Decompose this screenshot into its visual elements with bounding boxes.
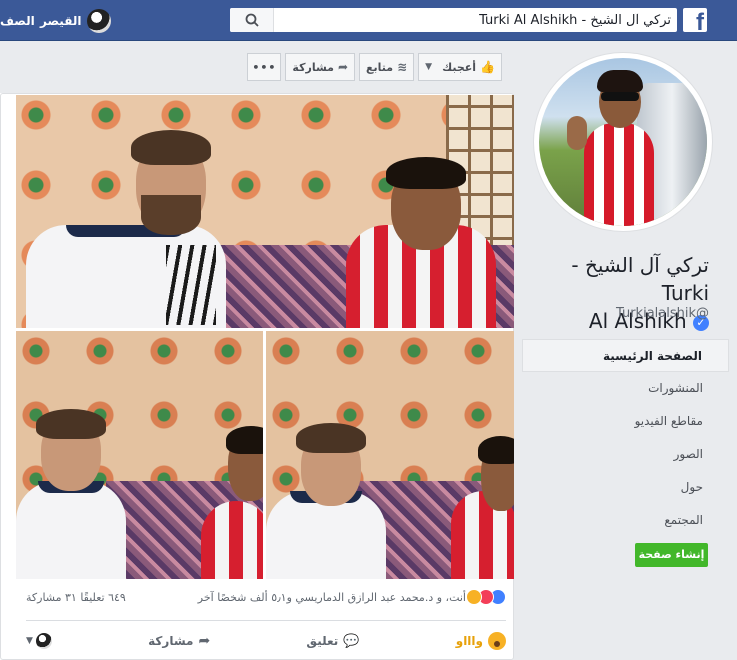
more-options-button[interactable]: ••• (247, 53, 282, 81)
page-username[interactable]: Turkialalshik@ (616, 306, 709, 321)
wow-reaction-button[interactable]: واااو (456, 632, 506, 650)
page-action-bar: 👍 أعجبك ▼ ≋ متابع ➦ مشاركة ••• (242, 53, 502, 81)
post-photo-main[interactable] (16, 95, 514, 328)
top-navigation-bar: f القيصر الصف (0, 0, 737, 41)
comment-icon: 💬 (343, 633, 360, 649)
search-icon (245, 13, 259, 27)
create-page-button[interactable]: إنشاء صفحة (635, 543, 708, 567)
sidebar-item-videos[interactable]: مقاطع الفيديو (522, 405, 737, 438)
chevron-down-icon: ▼ (26, 636, 33, 646)
avatar (87, 9, 112, 33)
thumbs-up-hand (567, 116, 587, 150)
sunglasses (601, 92, 639, 101)
person-hair (131, 130, 211, 165)
red-striped-shirt (201, 501, 263, 579)
search-input[interactable] (272, 8, 677, 32)
person-hair (296, 423, 366, 453)
post-as-selector[interactable]: ▼ (26, 633, 52, 649)
divider (26, 620, 506, 621)
reaction-icons (466, 589, 506, 605)
person-hair (386, 157, 466, 189)
nav-user-profile-link[interactable]: القيصر (40, 9, 112, 33)
red-striped-shirt (584, 123, 654, 226)
person-beard (141, 195, 201, 235)
facebook-logo-icon[interactable]: f (683, 8, 707, 35)
sidebar-item-about[interactable]: حول (522, 471, 737, 504)
post-reactions-summary: ٦٤٩ تعليقًا ٣١ مشاركة أنت، و د.محمد عبد … (26, 589, 506, 611)
sidebar-item-posts[interactable]: المنشورات (522, 372, 737, 405)
search-bar (230, 8, 677, 32)
rss-icon: ≋ (397, 60, 408, 74)
like-page-button[interactable]: 👍 أعجبك ▼ (418, 53, 502, 81)
white-shirt (16, 481, 126, 579)
post-actions: واااو 💬 تعليق ➦ مشاركة ▼ (26, 626, 506, 656)
share-icon: ➦ (337, 60, 349, 74)
share-button[interactable]: ➦ مشاركة (148, 633, 210, 649)
profile-picture[interactable] (534, 53, 712, 231)
reactions-text: أنت، و د.محمد عبد الرازق الدماريسي و٥٫١ … (197, 590, 466, 604)
nav-user-name: القيصر (40, 14, 82, 28)
comment-button[interactable]: 💬 تعليق (306, 634, 359, 649)
page-sidebar: تركي آل الشيخ - Turki ✓ Al Alshikh Turki… (522, 41, 737, 660)
post-photo-right[interactable] (266, 331, 514, 579)
search-button[interactable] (230, 8, 274, 32)
sidebar-item-home[interactable]: الصفحة الرئيسية (522, 339, 729, 372)
share-page-button[interactable]: ➦ مشاركة (285, 53, 356, 81)
chevron-down-icon: ▼ (425, 62, 433, 72)
page-nav-list: الصفحة الرئيسية المنشورات مقاطع الفيديو … (522, 339, 737, 537)
person-hair (226, 426, 263, 454)
post-counts[interactable]: ٦٤٩ تعليقًا ٣١ مشاركة (26, 591, 126, 604)
follow-page-button[interactable]: ≋ متابع (359, 53, 415, 81)
person-hair (597, 70, 643, 92)
sidebar-item-photos[interactable]: الصور (522, 438, 737, 471)
page-title[interactable]: تركي آل الشيخ - Turki ✓ Al Alshikh (529, 251, 709, 335)
person-hair (36, 409, 106, 439)
profile-photo (539, 58, 707, 226)
person-hair (478, 436, 514, 464)
reactions-list[interactable]: أنت، و د.محمد عبد الرازق الدماريسي و٥٫١ … (198, 589, 506, 605)
sidebar-item-community[interactable]: المجتمع (522, 504, 737, 537)
thumbs-up-icon: 👍 (480, 60, 495, 74)
share-icon: ➦ (198, 633, 211, 649)
post-photo-left[interactable] (16, 331, 263, 579)
nav-home-link[interactable]: الصف (0, 14, 35, 28)
shirt-stripes (166, 245, 216, 325)
wow-reaction-icon (488, 632, 506, 650)
haha-reaction-icon (466, 589, 482, 605)
avatar (35, 633, 52, 649)
